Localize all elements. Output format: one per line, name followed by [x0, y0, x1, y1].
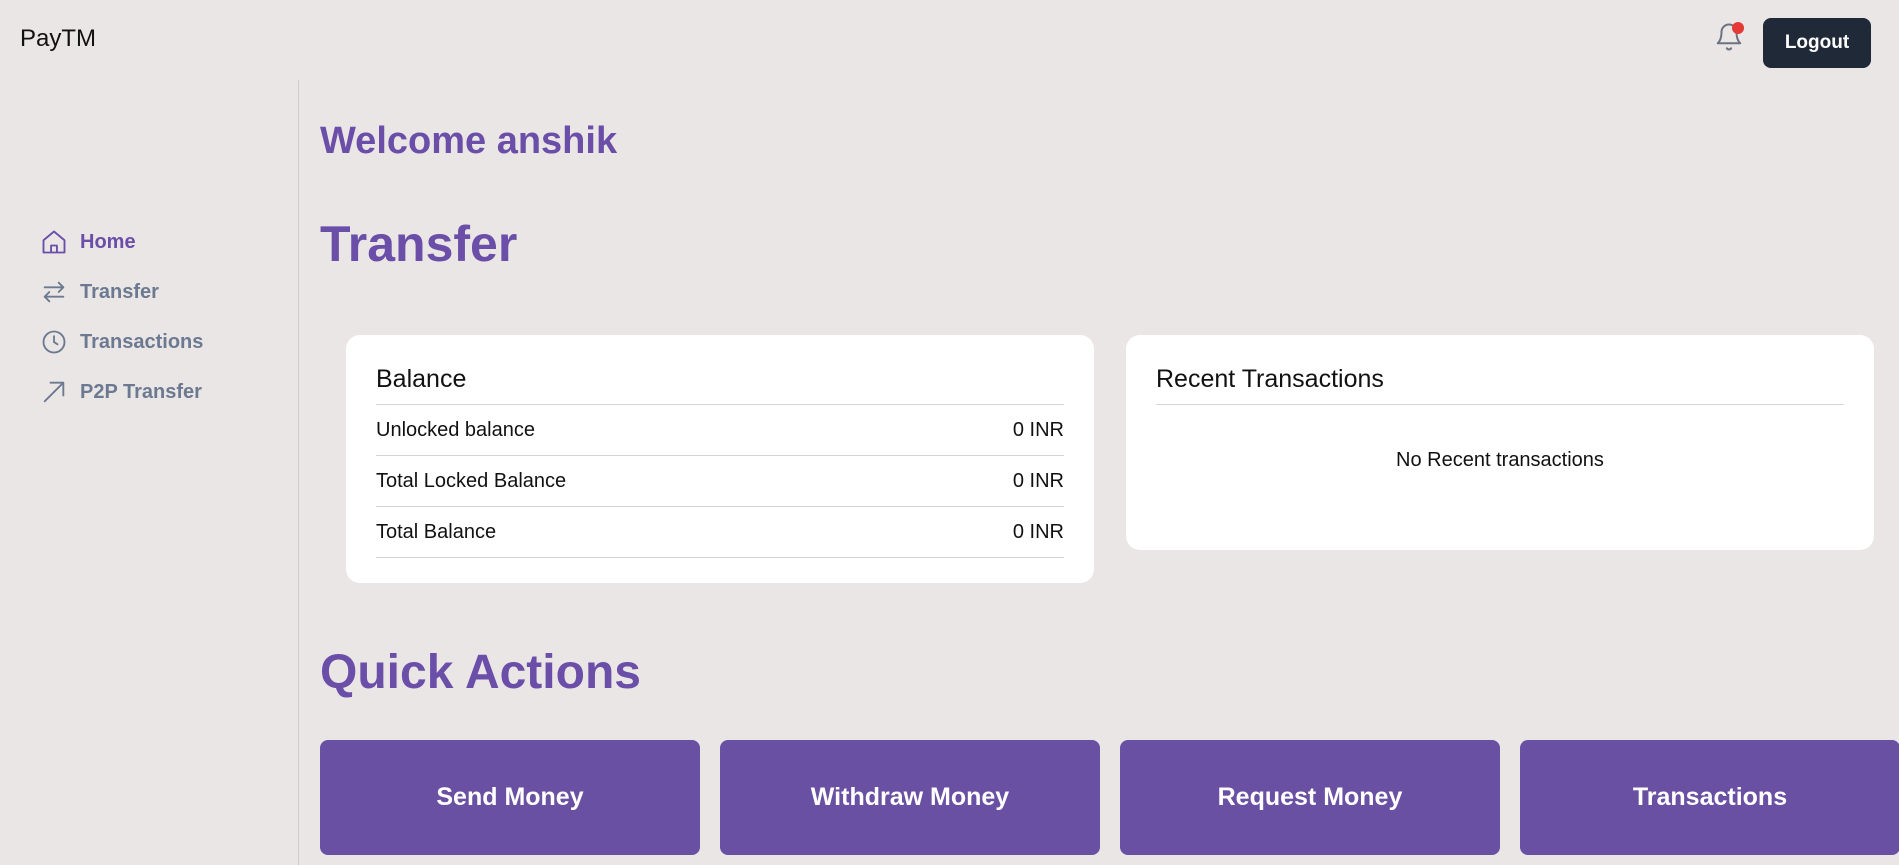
sidebar-item-label: Transactions	[80, 330, 204, 353]
page-title: Transfer	[320, 216, 518, 272]
sidebar-item-transfer[interactable]: Transfer	[40, 276, 159, 308]
send-money-button[interactable]: Send Money	[320, 740, 700, 855]
notification-dot	[1732, 22, 1744, 34]
recent-transactions-title: Recent Transactions	[1156, 365, 1844, 405]
welcome-heading: Welcome anshik	[320, 120, 618, 162]
sidebar-item-label: Home	[80, 230, 136, 253]
recent-transactions-card: Recent Transactions No Recent transactio…	[1126, 335, 1874, 550]
balance-row: Unlocked balance 0 INR	[376, 405, 1064, 456]
main-content: Welcome anshik Transfer Balance Unlocked…	[320, 80, 1899, 865]
logout-button[interactable]: Logout	[1763, 18, 1871, 68]
arrow-up-right-icon	[43, 381, 65, 403]
sidebar-item-label: Transfer	[80, 280, 159, 303]
transfer-icon	[43, 281, 65, 303]
request-money-button[interactable]: Request Money	[1120, 740, 1500, 855]
balance-row-value: 0 INR	[1012, 469, 1064, 492]
balance-card: Balance Unlocked balance 0 INR Total Loc…	[346, 335, 1094, 583]
home-icon	[42, 230, 66, 254]
clock-icon	[42, 330, 66, 354]
sidebar: Home Transfer Transactions P2P Transfer	[0, 80, 299, 865]
balance-row: Total Balance 0 INR	[376, 507, 1064, 558]
balance-row-label: Total Locked Balance	[376, 469, 567, 492]
empty-transactions-message: No Recent transactions	[1396, 449, 1604, 471]
sidebar-item-transactions[interactable]: Transactions	[40, 326, 203, 358]
balance-row-value: 0 INR	[1012, 520, 1064, 543]
top-bar: PayTM Logout	[0, 0, 1899, 80]
quick-actions-title: Quick Actions	[320, 646, 641, 699]
transactions-button[interactable]: Transactions	[1520, 740, 1899, 855]
balance-row-label: Unlocked balance	[376, 418, 535, 441]
balance-row-label: Total Balance	[376, 520, 497, 543]
brand-logo[interactable]: PayTM	[20, 25, 96, 53]
sidebar-item-label: P2P Transfer	[80, 380, 202, 403]
sidebar-item-home[interactable]: Home	[40, 226, 136, 258]
balance-card-title: Balance	[376, 365, 1064, 405]
withdraw-money-button[interactable]: Withdraw Money	[720, 740, 1100, 855]
sidebar-item-p2p-transfer[interactable]: P2P Transfer	[40, 376, 202, 408]
balance-row-value: 0 INR	[1012, 418, 1064, 441]
balance-row: Total Locked Balance 0 INR	[376, 456, 1064, 507]
